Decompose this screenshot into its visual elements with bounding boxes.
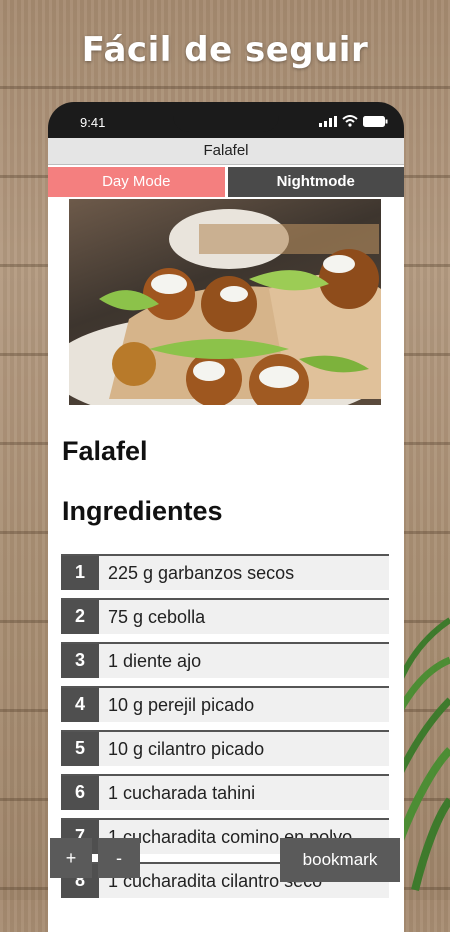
ingredient-number: 5: [61, 732, 99, 766]
wifi-icon: [342, 115, 358, 127]
bookmark-button[interactable]: bookmark: [280, 838, 400, 882]
ingredient-number: 4: [61, 688, 99, 722]
ingredient-row: 2 75 g cebolla: [61, 598, 389, 634]
night-mode-button[interactable]: Nightmode: [227, 167, 404, 197]
ingredient-text: 1 cucharada tahini: [99, 776, 389, 810]
ingredient-row: 4 10 g perejil picado: [61, 686, 389, 722]
ingredient-row: 3 1 diente ajo: [61, 642, 389, 678]
day-mode-button[interactable]: Day Mode: [48, 167, 225, 197]
mode-toggle: Day Mode Nightmode: [48, 167, 404, 197]
font-decrease-button[interactable]: -: [98, 838, 140, 878]
recipe-photo: [69, 199, 381, 405]
phone-frame: 9:41 Falafel Day Mode Nightmode Falafel …: [48, 102, 404, 932]
falafel-image: [69, 209, 381, 405]
ingredient-row: 1 225 g garbanzos secos: [61, 554, 389, 590]
promo-headline: Fácil de seguir: [81, 30, 369, 70]
ingredients-heading: Ingredientes: [62, 496, 223, 526]
bottom-controls: + - bookmark: [48, 838, 404, 884]
ingredient-text: 10 g perejil picado: [99, 688, 389, 722]
battery-icon: [363, 116, 388, 127]
ingredient-row: 5 10 g cilantro picado: [61, 730, 389, 766]
ingredient-number: 3: [61, 644, 99, 678]
ingredient-text: 225 g garbanzos secos: [99, 556, 389, 590]
status-icons: [319, 115, 388, 127]
phone-notch: [173, 102, 279, 132]
ingredient-number: 6: [61, 776, 99, 810]
ingredient-number: 1: [61, 556, 99, 590]
ingredient-number: 2: [61, 600, 99, 634]
font-increase-button[interactable]: +: [50, 838, 92, 878]
ingredient-text: 10 g cilantro picado: [99, 732, 389, 766]
ingredient-text: 1 diente ajo: [99, 644, 389, 678]
app-title: Falafel: [48, 138, 404, 165]
ingredient-row: 6 1 cucharada tahini: [61, 774, 389, 810]
status-time: 9:41: [80, 115, 106, 130]
app-screen: Falafel Day Mode Nightmode Falafel Ingre…: [48, 138, 404, 932]
signal-icon: [319, 116, 337, 127]
recipe-title: Falafel: [62, 436, 148, 466]
ingredient-text: 75 g cebolla: [99, 600, 389, 634]
